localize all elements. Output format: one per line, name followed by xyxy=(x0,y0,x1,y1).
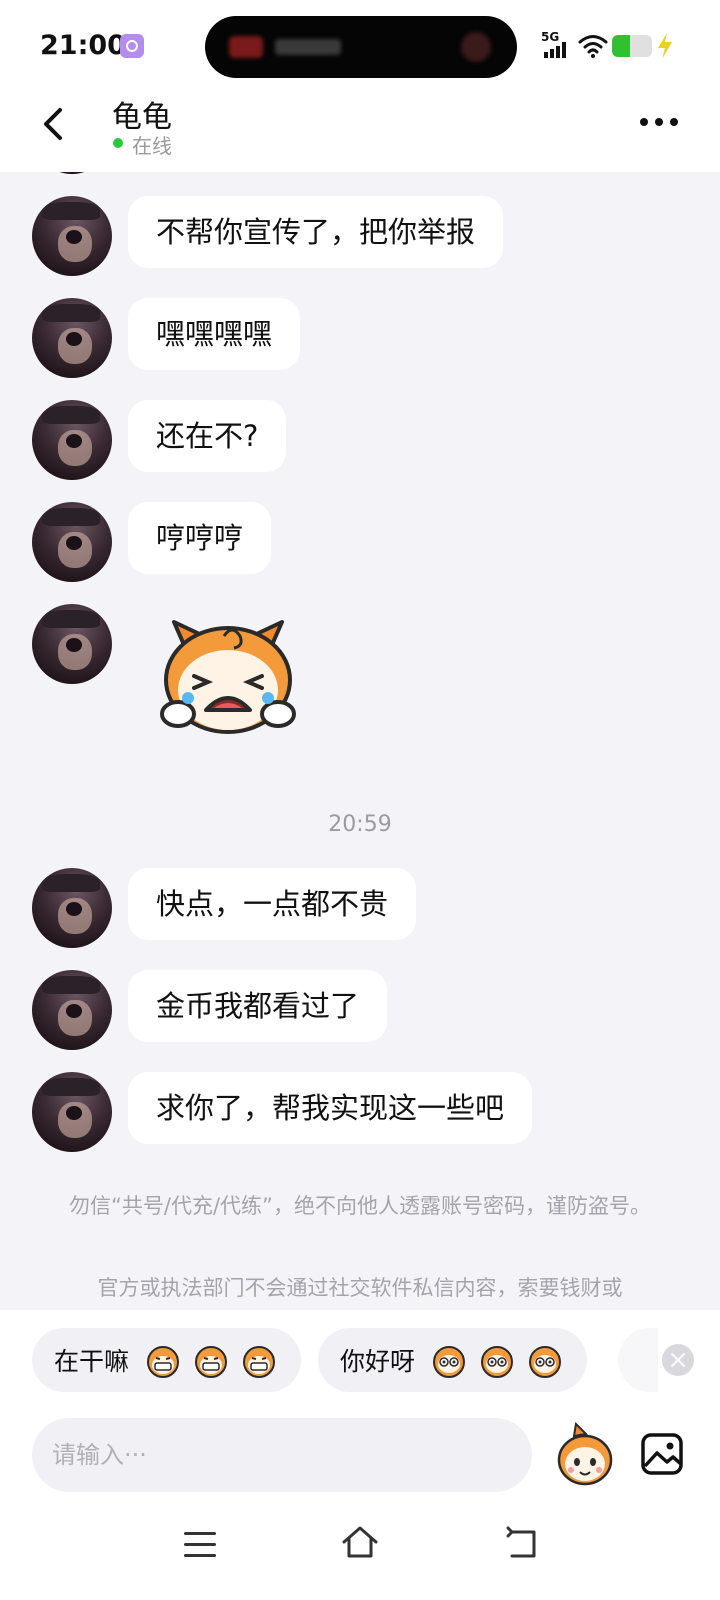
grinning-cartoon-emoji-icon xyxy=(243,1346,276,1378)
back-button[interactable] xyxy=(36,102,72,146)
recording-timer xyxy=(275,39,341,55)
staring-cartoon-emoji-icon xyxy=(433,1346,466,1378)
emoji-button[interactable] xyxy=(554,1422,616,1488)
avatar[interactable] xyxy=(32,298,112,378)
staring-cartoon-emoji-icon xyxy=(481,1346,514,1378)
message-bubble[interactable]: 快点，一点都不贵 xyxy=(128,868,417,940)
message-input[interactable] xyxy=(32,1418,532,1492)
online-indicator xyxy=(113,138,123,148)
quick-reply-chip[interactable]: 你好呀 xyxy=(318,1328,588,1392)
more-options-button[interactable] xyxy=(640,114,680,130)
chat-header: 龟龟 在线 xyxy=(0,92,720,172)
grinning-cartoon-emoji-icon xyxy=(195,1346,228,1378)
online-status: 在线 xyxy=(132,134,172,158)
dynamic-island xyxy=(205,16,517,78)
quick-reply-label: 你好呀 xyxy=(340,1347,416,1376)
avatar[interactable] xyxy=(32,604,112,684)
staring-cartoon-emoji-icon xyxy=(529,1346,562,1378)
home-button[interactable] xyxy=(340,1522,380,1562)
security-notice: 勿信“共号/代充/代练”，绝不向他人透露账号密码，谨防盗号。 xyxy=(69,1194,651,1218)
quick-reply-chip-partial[interactable] xyxy=(618,1328,658,1392)
back-nav-button[interactable] xyxy=(504,1526,540,1562)
security-notice-partial: 官方或执法部门不会通过社交软件私信内容，索要钱财或 xyxy=(97,1276,623,1300)
stop-recording-icon xyxy=(461,32,491,62)
app-notification-icon xyxy=(120,34,144,58)
status-time: 21:00 xyxy=(40,30,126,61)
status-bar: 21:00 5G xyxy=(0,0,720,92)
message-bubble[interactable]: 哼哼哼 xyxy=(128,502,272,574)
message-timestamp: 20:59 xyxy=(328,812,392,837)
menu-button[interactable] xyxy=(184,1532,216,1558)
recording-icon xyxy=(229,36,263,58)
avatar[interactable] xyxy=(32,970,112,1050)
crying-cartoon-sticker[interactable] xyxy=(148,614,308,744)
message-bubble[interactable]: 不帮你宣传了，把你举报 xyxy=(128,196,504,268)
avatar[interactable] xyxy=(32,172,112,174)
avatar[interactable] xyxy=(32,196,112,276)
close-quick-replies-button[interactable] xyxy=(662,1344,694,1376)
avatar[interactable] xyxy=(32,868,112,948)
message-bubble[interactable]: 求你了，帮我实现这一些吧 xyxy=(128,1072,533,1144)
battery-icon xyxy=(612,35,652,57)
image-button[interactable] xyxy=(640,1432,684,1476)
wifi-icon xyxy=(578,35,608,58)
charging-icon xyxy=(658,33,672,59)
system-nav-bar xyxy=(0,1500,720,1600)
quick-reply-label: 在干嘛 xyxy=(54,1347,130,1376)
message-bubble[interactable]: 嘿嘿嘿嘿 xyxy=(128,298,301,370)
avatar[interactable] xyxy=(32,1072,112,1152)
message-bubble[interactable]: 金币我都看过了 xyxy=(128,970,388,1042)
signal-icon xyxy=(544,42,570,58)
message-list[interactable]: 不帮你宣传了，把你举报 嘿嘿嘿嘿 还在不? 哼哼哼 20:59 快点，一点都不贵… xyxy=(0,172,720,1310)
grinning-cartoon-emoji-icon xyxy=(147,1346,180,1378)
avatar[interactable] xyxy=(32,400,112,480)
avatar[interactable] xyxy=(32,502,112,582)
quick-reply-chip[interactable]: 在干嘛 xyxy=(32,1328,302,1392)
message-bubble[interactable]: 还在不? xyxy=(128,400,287,472)
